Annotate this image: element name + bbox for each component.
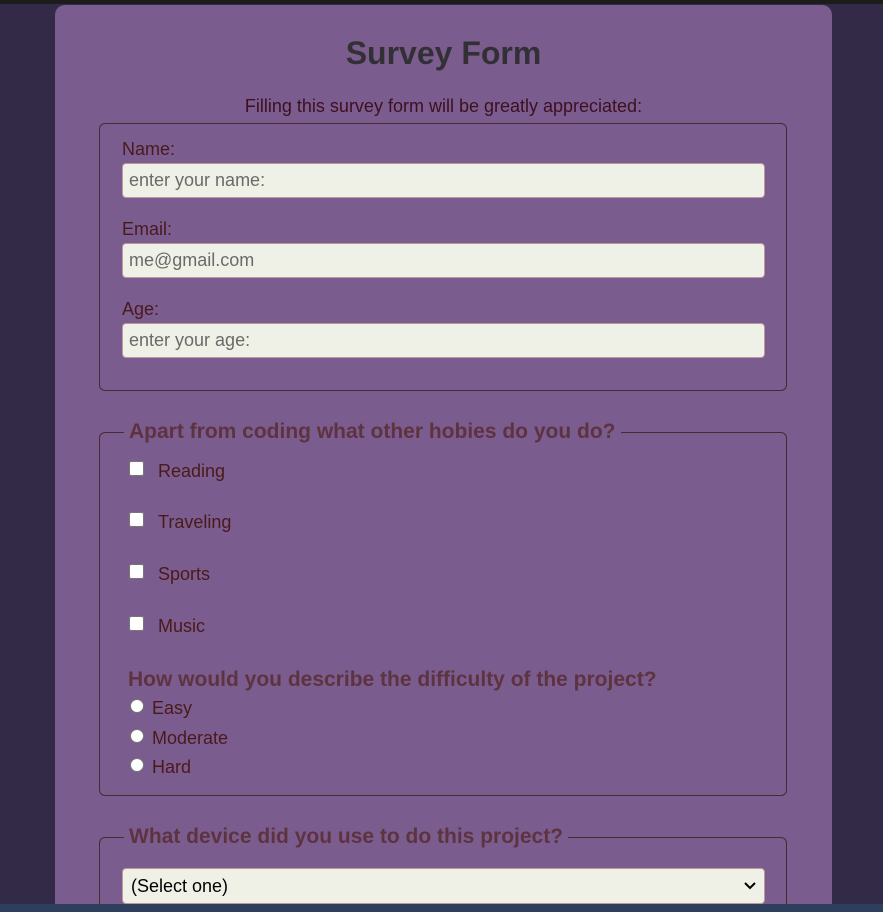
device-select[interactable]: (Select one) — [122, 868, 765, 904]
difficulty-question: How would you describe the difficulty of… — [128, 668, 657, 691]
bottom-bar — [0, 904, 883, 912]
hobbies-legend: Apart from coding what other hobies do y… — [124, 420, 621, 444]
device-legend: What device did you use to do this proje… — [124, 825, 569, 849]
checkbox-label-traveling: Traveling — [158, 512, 232, 532]
email-label: Email: — [122, 219, 173, 239]
email-input[interactable] — [122, 243, 765, 278]
age-input[interactable] — [122, 323, 765, 358]
checkbox-label-sports: Sports — [158, 564, 211, 584]
radio-label-moderate: Moderate — [152, 728, 229, 748]
checkbox-label-music: Music — [158, 616, 206, 636]
survey-card: Survey Form Filling this survey form wil… — [55, 5, 832, 912]
radio-hard[interactable] — [130, 758, 144, 772]
radio-label-hard: Hard — [152, 757, 192, 777]
checkbox-traveling[interactable] — [129, 512, 144, 527]
page-title: Survey Form — [345, 35, 542, 71]
hobbies-fieldset: Apart from coding what other hobies do y… — [99, 420, 787, 796]
device-fieldset: What device did you use to do this proje… — [99, 825, 787, 912]
radio-label-easy: Easy — [152, 698, 193, 718]
name-input[interactable] — [122, 163, 765, 198]
age-label: Age: — [122, 299, 160, 319]
checkbox-reading[interactable] — [129, 461, 144, 476]
page-subtitle: Filling this survey form will be greatly… — [244, 96, 643, 116]
radio-moderate[interactable] — [130, 729, 144, 743]
name-label: Name: — [122, 139, 176, 159]
chevron-down-icon — [744, 882, 756, 890]
radio-easy[interactable] — [130, 699, 144, 713]
checkbox-sports[interactable] — [129, 564, 144, 579]
top-bar — [0, 0, 883, 4]
personal-info-fieldset: Name: Email: Age: — [99, 123, 787, 391]
checkbox-label-reading: Reading — [158, 461, 226, 481]
device-select-value: (Select one) — [131, 875, 229, 896]
checkbox-music[interactable] — [129, 616, 144, 631]
